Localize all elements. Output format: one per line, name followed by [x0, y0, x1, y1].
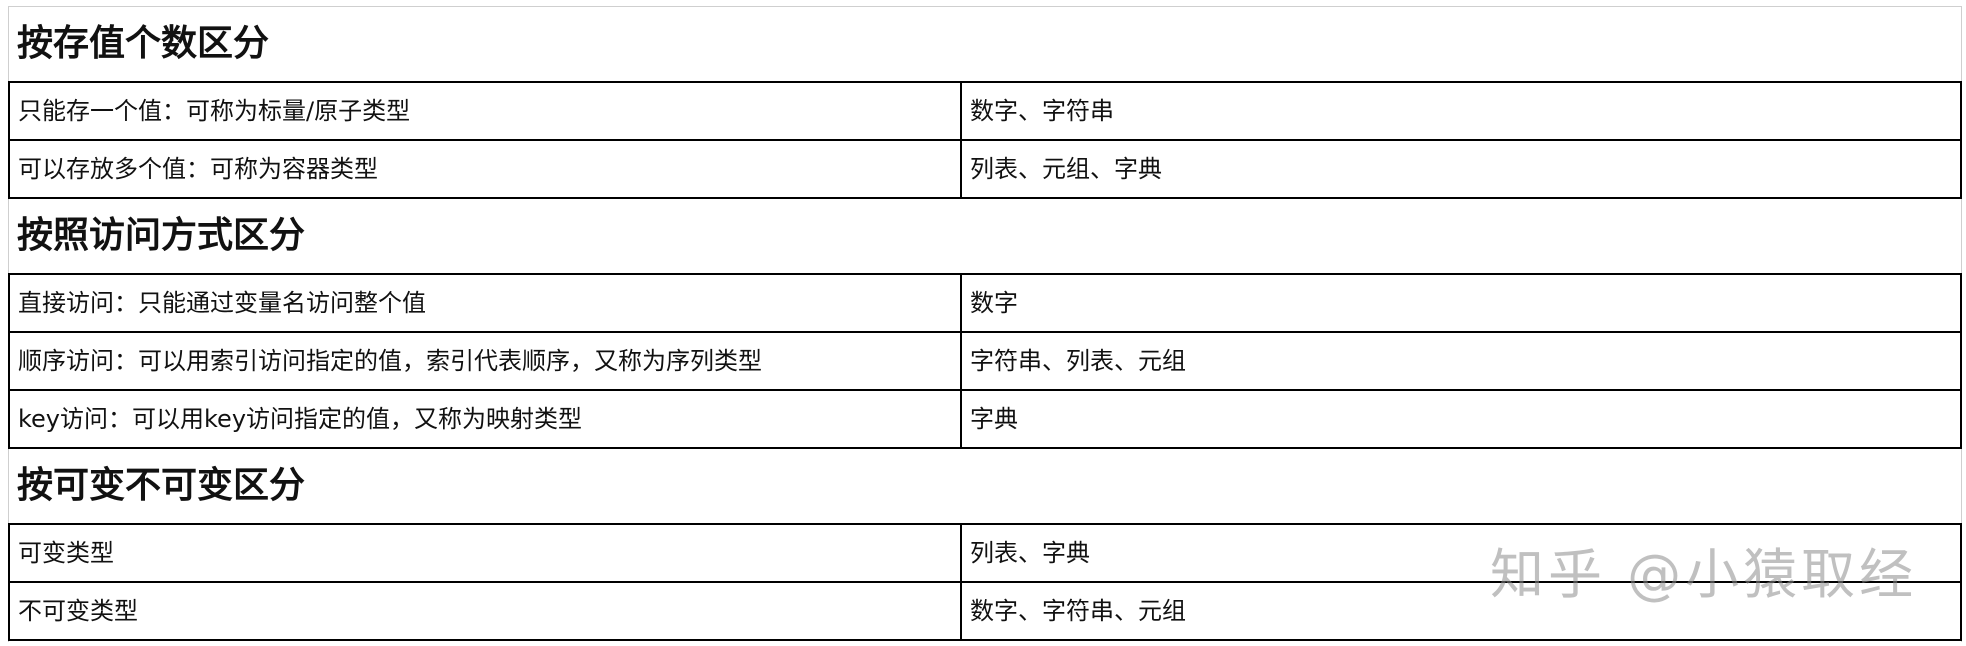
row-value: 列表、元组、字典: [970, 155, 1162, 183]
table-by-value-count: 只能存一个值：可称为标量/原子类型 数字、字符串 可以存放多个值：可称为容器类型…: [8, 81, 1962, 199]
row-description: 不可变类型: [10, 583, 962, 639]
row-value: 数字、字符串: [970, 97, 1114, 125]
row-description: 可以存放多个值：可称为容器类型: [10, 141, 962, 197]
row-description: key访问：可以用key访问指定的值，又称为映射类型: [10, 391, 962, 447]
section-title-by-value-count: 按存值个数区分: [17, 23, 270, 64]
row-value: 字典: [970, 405, 1018, 433]
section-title-by-mutability: 按可变不可变区分: [17, 465, 306, 506]
row-description: 直接访问：只能通过变量名访问整个值: [10, 275, 962, 331]
row-description: 可变类型: [10, 525, 962, 581]
row-description: 顺序访问：可以用索引访问指定的值，索引代表顺序，又称为序列类型: [10, 333, 962, 389]
row-value: 数字: [970, 289, 1018, 317]
section-title-by-access-method: 按照访问方式区分: [17, 215, 306, 256]
watermark-text: 知乎 @小猿取经: [1490, 543, 1918, 606]
table-row: 顺序访问：可以用索引访问指定的值，索引代表顺序，又称为序列类型 字符串、列表、元…: [10, 331, 1960, 389]
row-value: 字符串、列表、元组: [970, 347, 1186, 375]
table-row: 可以存放多个值：可称为容器类型 列表、元组、字典: [10, 139, 1960, 197]
table-by-access-method: 直接访问：只能通过变量名访问整个值 数字 顺序访问：可以用索引访问指定的值，索引…: [8, 273, 1962, 449]
row-description: 只能存一个值：可称为标量/原子类型: [10, 83, 962, 139]
table-row: key访问：可以用key访问指定的值，又称为映射类型 字典: [10, 389, 1960, 447]
table-row: 只能存一个值：可称为标量/原子类型 数字、字符串: [10, 83, 1960, 139]
table-row: 直接访问：只能通过变量名访问整个值 数字: [10, 275, 1960, 331]
